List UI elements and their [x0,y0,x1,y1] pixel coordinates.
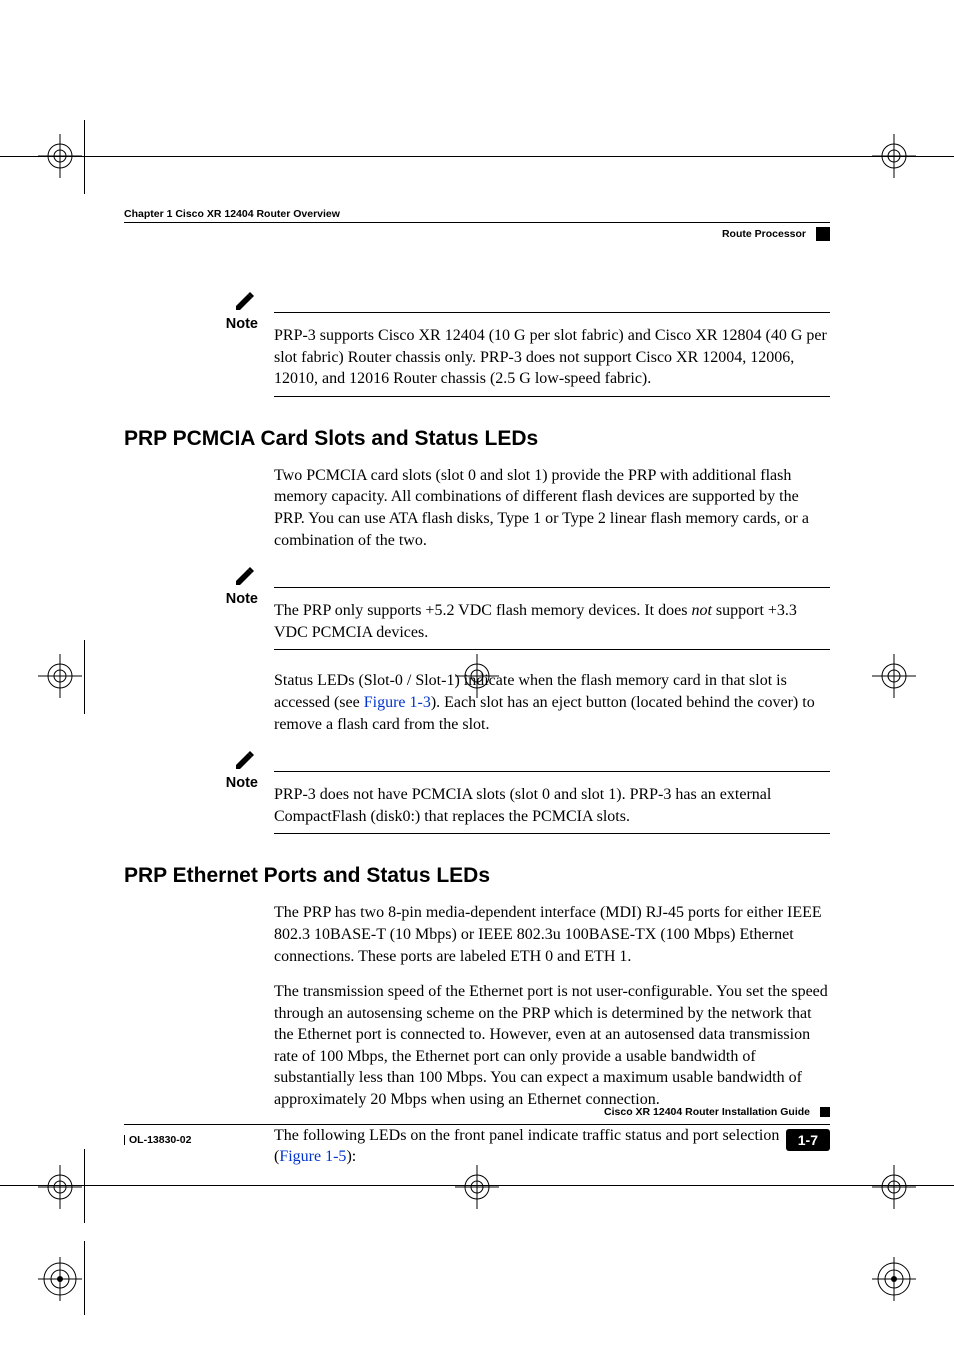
note-3-text: PRP-3 does not have PCMCIA slots (slot 0… [274,778,830,827]
reg-target-top-left [38,134,82,178]
crop-tick-left-1 [84,120,85,194]
reg-target-bottom-left-b [38,1257,82,1301]
para-eth-ports: The PRP has two 8-pin media-dependent in… [274,902,830,967]
crop-tick-left-4 [84,1241,85,1315]
para-status-leds: Status LEDs (Slot-0 / Slot-1) indicate w… [274,670,830,735]
reg-target-mid-left [38,654,82,698]
para-pcmcia-intro: Two PCMCIA card slots (slot 0 and slot 1… [274,465,830,551]
reg-target-bottom-left-a [38,1165,82,1209]
reg-target-top-right [872,134,916,178]
running-header-chapter: Chapter 1 Cisco XR 12404 Router Overview [124,208,830,223]
note-block-3: Note PRP-3 does not have PCMCIA slots (s… [124,749,830,834]
footer-marker-box [820,1107,830,1117]
note-label: Note [226,591,258,607]
footer-doc-number: OL-13830-02 [124,1134,191,1146]
link-figure-1-3[interactable]: Figure 1-3 [364,694,431,711]
reg-target-bottom-right-a [872,1165,916,1209]
note-1-text: PRP-3 supports Cisco XR 12404 (10 G per … [274,319,830,390]
note-label: Note [226,775,258,791]
para-eth-speed: The transmission speed of the Ethernet p… [274,981,830,1111]
note-pencil-icon [234,567,258,590]
note-2-text: The PRP only supports +5.2 VDC flash mem… [274,594,830,643]
crop-rule-top [0,156,954,157]
header-marker-box [816,227,830,241]
note-block-1: Note PRP-3 supports Cisco XR 12404 (10 G… [124,290,830,397]
note-pencil-icon [234,751,258,774]
heading-ethernet: PRP Ethernet Ports and Status LEDs [124,864,830,888]
note-block-2: Note The PRP only supports +5.2 VDC flas… [124,565,830,650]
crop-tick-left-3 [84,1149,85,1223]
note-label: Note [226,316,258,332]
running-header-section: Route Processor [722,228,806,240]
footer-guide-title: Cisco XR 12404 Router Installation Guide [604,1106,810,1120]
crop-tick-left-2 [84,640,85,714]
footer-page-number: 1-7 [786,1129,830,1151]
reg-target-mid-right [872,654,916,698]
note-pencil-icon [234,292,258,315]
heading-pcmcia: PRP PCMCIA Card Slots and Status LEDs [124,427,830,451]
reg-target-bottom-right-b [872,1257,916,1301]
